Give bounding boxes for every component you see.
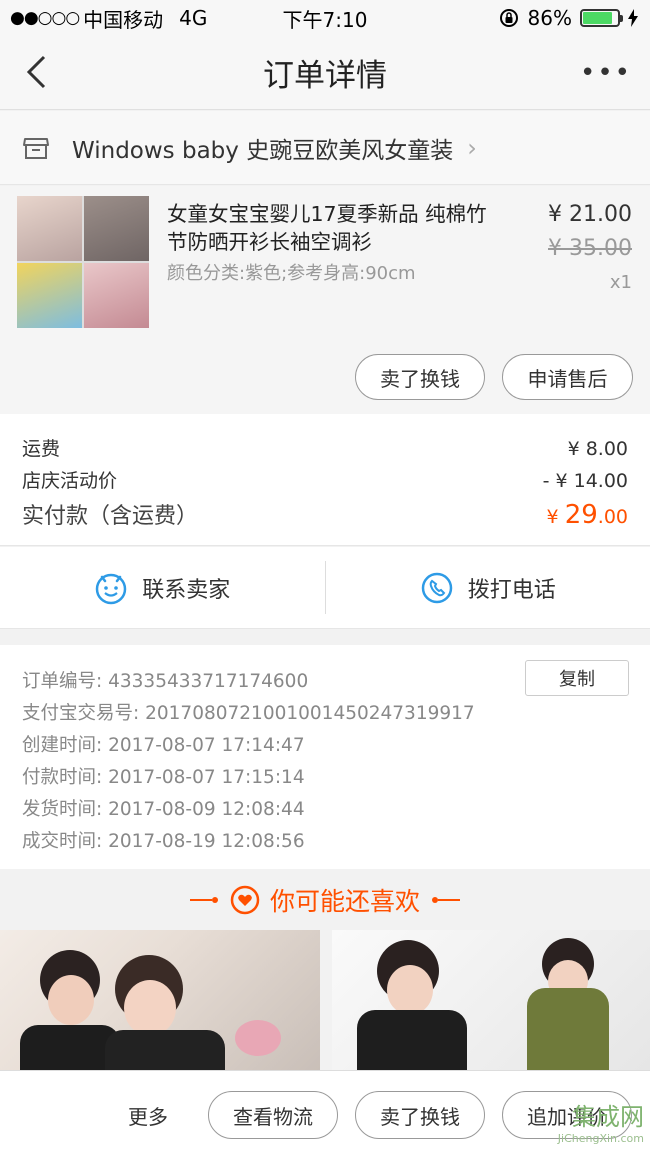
status-right: 86%: [498, 0, 638, 36]
shipping-label: 运费: [22, 438, 61, 460]
contact-seller-button[interactable]: 联系卖家: [0, 547, 325, 628]
battery-fill: [583, 12, 613, 24]
photo-shape: [48, 975, 94, 1025]
page-title: 订单详情: [263, 58, 387, 94]
view-logistics-button[interactable]: 查看物流: [208, 1091, 338, 1139]
chat-face-icon: [95, 573, 127, 604]
total-value: ¥ 29.00: [547, 500, 628, 530]
battery-percent: 86%: [527, 6, 572, 30]
more-actions-button[interactable]: 更多: [128, 1101, 168, 1130]
promo-value: - ¥ 14.00: [542, 470, 628, 492]
product-thumbnail[interactable]: [17, 196, 149, 328]
order-number: 订单编号: 43335433717174600: [22, 671, 309, 692]
battery-icon: [580, 9, 623, 27]
call-phone-label: 拨打电话: [467, 577, 556, 603]
order-item[interactable]: 女童女宝宝婴儿17夏季新品 纯棉竹节防晒开衫长袖空调衫 颜色分类:紫色;参考身高…: [0, 186, 650, 414]
thumb-photo-3: [17, 263, 82, 328]
watermark-url: JiChengXin.com: [557, 1132, 644, 1145]
total-decimal: .00: [597, 506, 628, 528]
photo-shape: [235, 1020, 281, 1056]
photo-shape: [124, 980, 176, 1036]
heart-icon: [230, 885, 260, 915]
product-quantity: x1: [609, 272, 632, 293]
recommend-product-2[interactable]: [332, 930, 650, 1070]
resell-bottom-button[interactable]: 卖了换钱: [355, 1091, 485, 1139]
header-dash-right: [438, 899, 460, 901]
thumb-photo-4: [84, 263, 149, 328]
original-price: ¥ 35.00: [548, 236, 632, 261]
photo-shape: [105, 1030, 225, 1070]
carrier-name: 中国移动: [83, 7, 164, 32]
shop-name: Windows baby 史豌豆欧美风女童装: [72, 137, 454, 164]
created-time: 创建时间: 2017-08-07 17:14:47: [22, 735, 305, 756]
recommend-title: 你可能还喜欢: [269, 887, 420, 916]
header-dot-left: [211, 897, 218, 903]
completed-time: 成交时间: 2017-08-19 12:08:56: [22, 831, 305, 852]
total-integer: 29: [564, 500, 598, 530]
fee-summary: 运费 ¥ 8.00 店庆活动价 - ¥ 14.00 实付款（含运费） ¥ 29.…: [0, 414, 650, 546]
nav-bar: 订单详情 •••: [0, 36, 650, 110]
chevron-right-icon: ›: [467, 133, 477, 162]
watermark-logo: 集成网: [572, 1103, 644, 1131]
rotation-lock-icon: [499, 9, 518, 27]
network-type: 4G: [179, 6, 208, 30]
chevron-left-icon: [26, 55, 46, 89]
phone-icon: [421, 572, 452, 603]
thumb-photo-1: [17, 196, 82, 261]
back-button[interactable]: [18, 54, 54, 90]
promo-row: 店庆活动价 - ¥ 14.00: [22, 466, 628, 493]
recommend-header: 你可能还喜欢: [0, 870, 650, 930]
after-sale-button[interactable]: 申请售后: [502, 354, 633, 400]
call-phone-button[interactable]: 拨打电话: [326, 547, 650, 628]
header-dash-left: [189, 899, 212, 901]
product-price: ¥ 21.00: [548, 202, 632, 227]
promo-label: 店庆活动价: [22, 470, 118, 492]
photo-shape: [527, 988, 609, 1070]
photo-shape: [387, 965, 433, 1015]
watermark: 集成网 JiChengXin.com: [528, 1102, 650, 1156]
signal-strength: ●●○○○: [10, 8, 80, 28]
shop-row[interactable]: Windows baby 史豌豆欧美风女童装 ›: [0, 111, 650, 185]
product-title: 女童女宝宝婴儿17夏季新品 纯棉竹节防晒开衫长袖空调衫: [167, 202, 487, 254]
thumb-photo-2: [84, 196, 149, 261]
store-icon: [23, 137, 49, 159]
status-bar: ●●○○○ 中国移动 4G 下午7:10 86%: [0, 0, 650, 36]
shipping-row: 运费 ¥ 8.00: [22, 434, 628, 461]
paid-time: 付款时间: 2017-08-07 17:15:14: [22, 767, 305, 788]
total-currency: ¥: [546, 506, 559, 528]
recommend-product-1[interactable]: [0, 930, 320, 1070]
recommend-list: [0, 930, 650, 1070]
order-info: 订单编号: 43335433717174600 复制 支付宝交易号: 20170…: [0, 645, 650, 869]
product-sku: 颜色分类:紫色;参考身高:90cm: [167, 263, 416, 284]
resell-button[interactable]: 卖了换钱: [355, 354, 485, 400]
contact-seller-label: 联系卖家: [142, 577, 231, 603]
photo-shape: [357, 1010, 467, 1070]
copy-button[interactable]: 复制: [525, 660, 629, 696]
shipping-value: ¥ 8.00: [567, 438, 628, 460]
total-row: 实付款（含运费） ¥ 29.00: [22, 498, 628, 530]
total-label: 实付款（含运费）: [22, 504, 199, 529]
more-menu-button[interactable]: •••: [580, 58, 632, 88]
shipped-time: 发货时间: 2017-08-09 12:08:44: [22, 799, 305, 820]
charging-icon: [628, 9, 638, 27]
alipay-trade-number: 支付宝交易号: 2017080721001001450247319917: [22, 703, 475, 724]
contact-bar: 联系卖家 拨打电话: [0, 547, 650, 629]
